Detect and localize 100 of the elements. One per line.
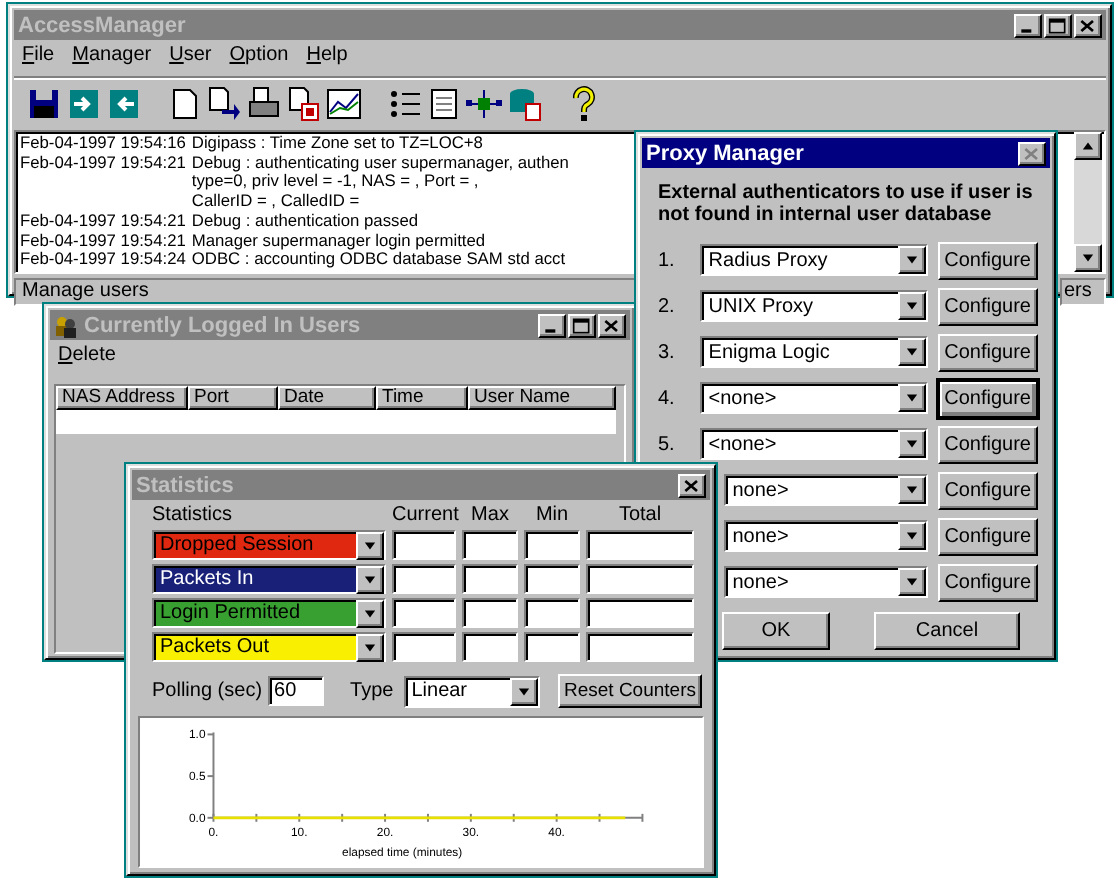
column-header[interactable]: Port [188, 386, 278, 410]
proxy-dropdown[interactable]: <none> [700, 382, 928, 414]
value-field [586, 564, 694, 594]
window-title: AccessManager [18, 13, 188, 37]
configure-button[interactable]: Configure [937, 333, 1038, 371]
value-field [462, 530, 518, 560]
log-timestamp: Feb-04-1997 19:54:21 [20, 231, 186, 251]
statistic-dropdown[interactable]: Packets In [152, 564, 386, 594]
network-icon[interactable] [466, 86, 502, 122]
proxy-dropdown[interactable]: none> [724, 520, 928, 552]
value-field [392, 632, 456, 662]
window-title: Statistics [136, 473, 236, 497]
close-button[interactable] [1018, 141, 1046, 165]
dialog-button[interactable]: OK [722, 612, 830, 650]
people-icon [54, 313, 78, 337]
menu-item[interactable]: Manager [72, 44, 152, 72]
configure-button[interactable]: Configure [937, 379, 1038, 417]
row-number: 5. [656, 433, 677, 455]
configure-button[interactable]: Configure [937, 425, 1038, 463]
statistic-dropdown[interactable]: Login Permitted [152, 598, 386, 628]
value-field [462, 632, 518, 662]
configure-button[interactable]: Configure [937, 241, 1038, 279]
proxy-dropdown[interactable]: Enigma Logic [700, 336, 928, 368]
database-calendar-icon[interactable] [506, 86, 542, 122]
proxy-dropdown[interactable]: none> [724, 566, 928, 598]
column-header: Min [533, 506, 571, 526]
column-header: Statistics [152, 506, 235, 526]
value-field [392, 564, 456, 594]
polling-label: Polling (sec) [152, 680, 263, 702]
column-header[interactable]: User Name [468, 386, 616, 410]
value-field [524, 632, 580, 662]
reset-counters-button[interactable]: Reset Counters [558, 674, 702, 708]
column-header: Total [616, 506, 664, 526]
value-field [524, 598, 580, 628]
statistic-dropdown[interactable]: Packets Out [152, 632, 386, 662]
value-field [392, 598, 456, 628]
status-text: ers [1060, 278, 1106, 306]
log-message: Manager supermanager login permitted [191, 231, 486, 251]
log-timestamp: Feb-04-1997 19:54:21 [20, 211, 186, 232]
log-timestamp: Feb-04-1997 19:54:16 [20, 134, 186, 154]
log-timestamp: Feb-04-1997 19:54:24 [20, 250, 186, 270]
maximize-button[interactable] [568, 313, 596, 337]
proxy-dropdown[interactable]: UNIX Proxy [700, 290, 928, 322]
menu-item[interactable]: Delete [58, 344, 116, 372]
polling-field[interactable]: 60 [268, 676, 325, 706]
column-header[interactable]: NAS Address [56, 386, 188, 410]
log-message: type=0, priv level = -1, NAS = , Port = , [191, 172, 479, 193]
maximize-button[interactable] [1044, 13, 1072, 37]
menu-item[interactable]: Help [306, 44, 348, 72]
type-dropdown[interactable]: Linear [403, 675, 540, 707]
value-field [392, 530, 456, 560]
scroll-up-icon[interactable] [1074, 132, 1102, 160]
row-number: 4. [656, 387, 677, 409]
scroll-icon[interactable] [426, 86, 462, 122]
log-message: CallerID = , CalledID = [191, 192, 360, 212]
row-number: 1. [656, 249, 677, 271]
window-title: Proxy Manager [646, 141, 806, 165]
column-header: Current [392, 506, 456, 526]
close-button[interactable] [678, 473, 706, 497]
close-button[interactable] [1074, 13, 1102, 37]
configure-button[interactable]: Configure [937, 471, 1038, 509]
type-label: Type [350, 680, 394, 702]
dialog-button[interactable]: Cancel [874, 612, 1020, 650]
configure-button[interactable]: Configure [937, 563, 1038, 601]
minimize-button[interactable] [538, 313, 566, 337]
prompt-text: External authenticators to use if user is not found in internal user database [656, 180, 1035, 230]
close-button[interactable] [598, 313, 626, 337]
column-header[interactable]: Date [278, 386, 376, 410]
scrollbar[interactable] [1074, 132, 1102, 272]
value-field [462, 564, 518, 594]
column-header[interactable]: Time [376, 386, 468, 410]
log-message: ODBC : accounting ODBC database SAM std acct [191, 250, 566, 270]
menu-item[interactable]: Option [229, 44, 289, 72]
line-chart-icon[interactable] [326, 86, 362, 122]
printer-icon[interactable] [246, 86, 282, 122]
value-field [524, 530, 580, 560]
proxy-dropdown[interactable]: none> [724, 474, 928, 506]
configure-button[interactable]: Configure [937, 517, 1038, 555]
minimize-button[interactable] [1014, 13, 1042, 37]
log-timestamp: Feb-04-1997 19:54:21 [20, 153, 186, 176]
window-title: Currently Logged In Users [84, 313, 363, 337]
log-message: Digipass : Time Zone set to TZ=LOC+8 [191, 134, 483, 154]
log-message: Debug : authentication passed [191, 211, 419, 232]
configure-button[interactable]: Configure [937, 287, 1038, 325]
proxy-dropdown[interactable]: <none> [700, 428, 928, 460]
menu-item[interactable]: User [169, 44, 212, 72]
value-field [524, 564, 580, 594]
value-field [586, 598, 694, 628]
statistic-dropdown[interactable]: Dropped Session [152, 530, 386, 560]
scroll-down-icon[interactable] [1074, 244, 1102, 272]
column-header: Max [469, 506, 511, 526]
value-field [586, 530, 694, 560]
value-field [462, 598, 518, 628]
y-axis [206, 731, 215, 819]
proxy-dropdown[interactable]: Radius Proxy [700, 244, 928, 276]
list-icon[interactable] [386, 86, 422, 122]
value-field [586, 632, 694, 662]
menu-item[interactable]: File [22, 44, 55, 72]
page-calendar-icon[interactable] [286, 86, 322, 122]
page-arrow-icon[interactable] [206, 86, 242, 122]
